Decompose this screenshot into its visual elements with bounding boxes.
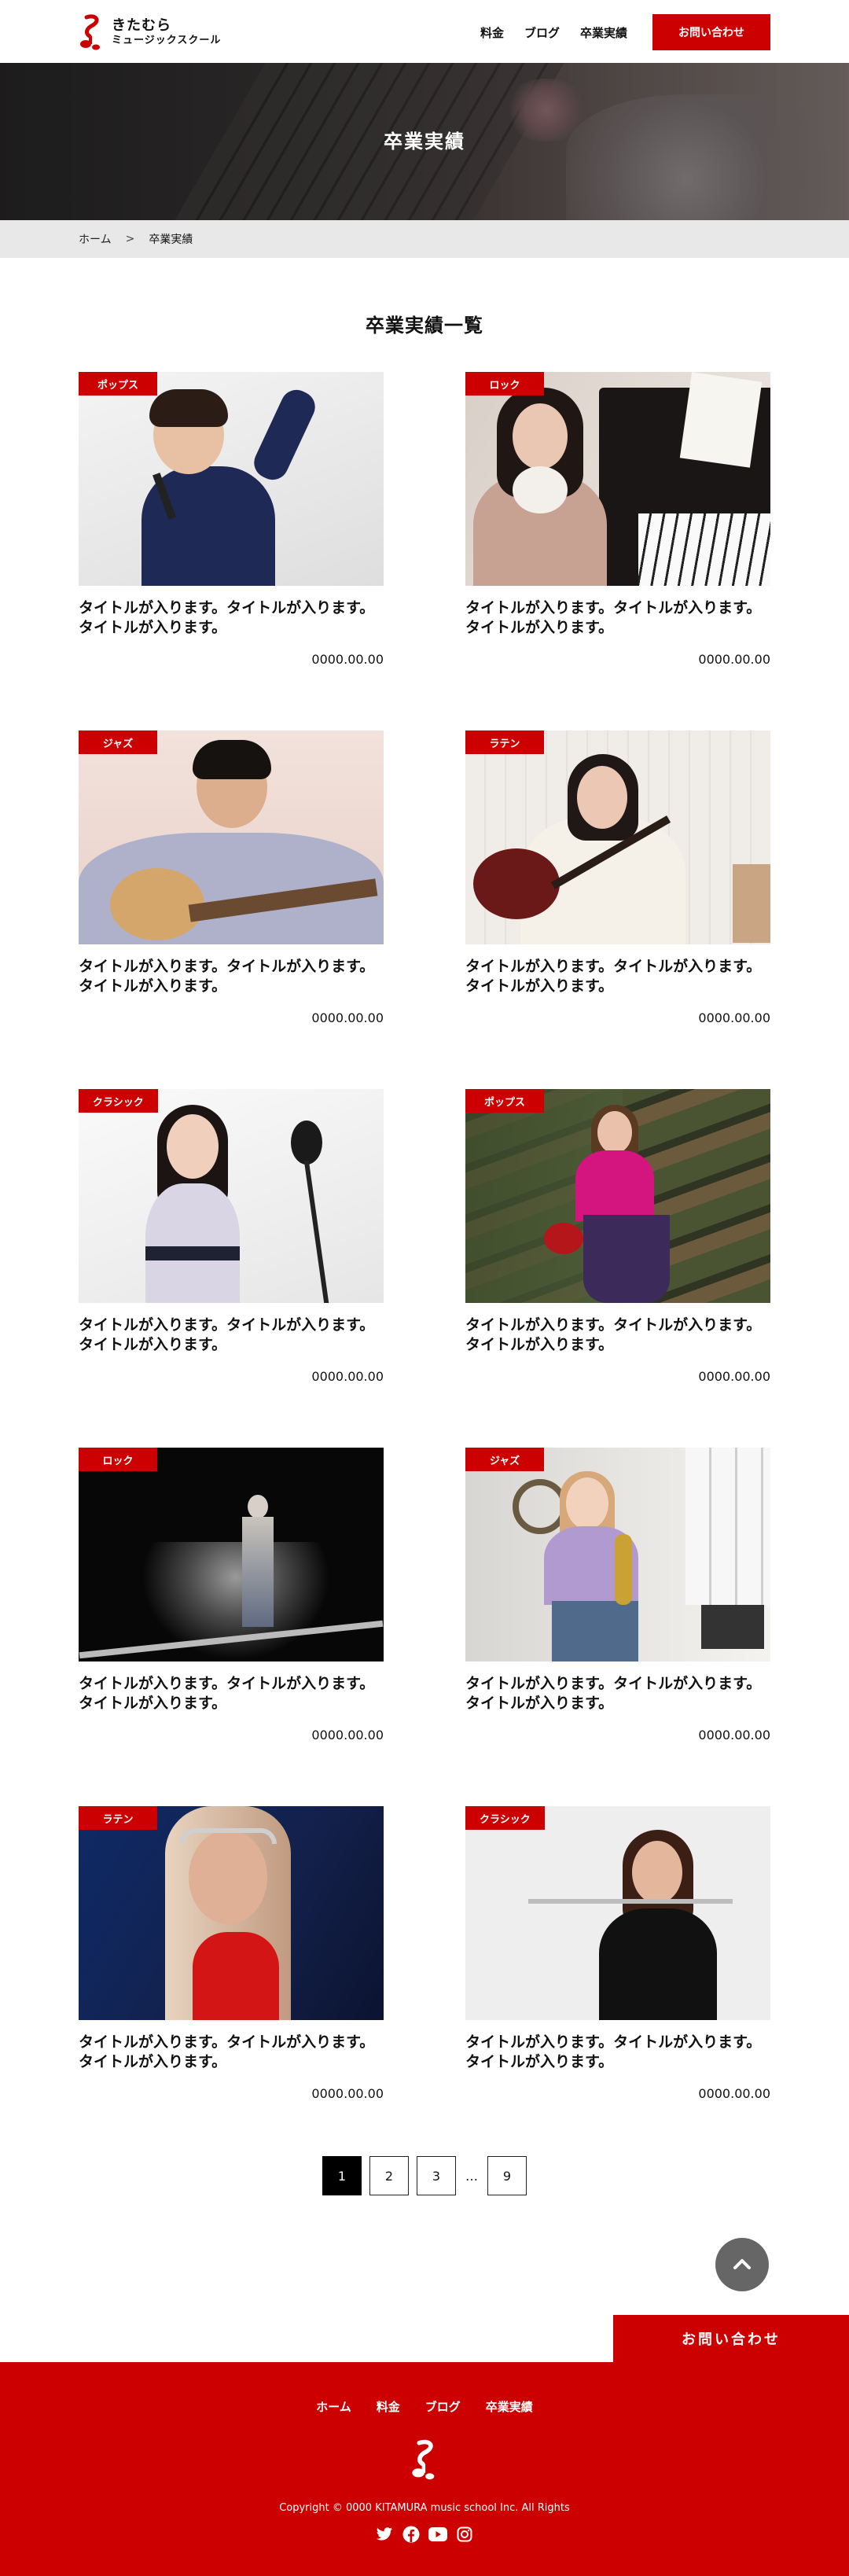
- page-button-1[interactable]: 1: [322, 2156, 362, 2195]
- card-date: 0000.00.00: [311, 1369, 384, 1384]
- floating-contact-button[interactable]: お問い合わせ: [613, 2315, 849, 2362]
- card-date: 0000.00.00: [698, 1369, 770, 1384]
- card[interactable]: ラテン タイトルが入ります。タイトルが入ります。タイトルが入ります。 0000.…: [465, 730, 770, 1029]
- card[interactable]: ポップス タイトルが入ります。タイトルが入ります。タイトルが入ります。 0000…: [465, 1089, 770, 1388]
- chevron-up-icon: [733, 2259, 751, 2269]
- breadcrumb: ホーム > 卒業実績: [0, 220, 849, 258]
- breadcrumb-current: 卒業実績: [149, 234, 193, 246]
- footer-nav-price[interactable]: 料金: [377, 2398, 400, 2415]
- category-tag: クラシック: [79, 1089, 158, 1113]
- instagram-icon[interactable]: [454, 2524, 475, 2545]
- header-contact-button[interactable]: お問い合わせ: [652, 14, 770, 50]
- card-image: [465, 1448, 770, 1662]
- main-nav: 料金 ブログ 卒業実績 お問い合わせ: [480, 14, 770, 50]
- footer-logo-icon[interactable]: [407, 2438, 442, 2482]
- category-tag: ジャズ: [465, 1448, 544, 1471]
- footer-nav-blog[interactable]: ブログ: [425, 2398, 461, 2415]
- page-title: 卒業実績: [384, 131, 465, 153]
- copyright-text: Copyright © 0000 KITAMURA music school I…: [279, 2502, 570, 2514]
- card-date: 0000.00.00: [311, 2086, 384, 2101]
- card[interactable]: ロック タイトルが入ります。タイトルが入ります。タイトルが入ります。 0000.…: [79, 1448, 384, 1746]
- twitter-icon[interactable]: [374, 2524, 395, 2545]
- card[interactable]: ロック タイトルが入ります。タイトルが入ります。タイトルが入ります。 0000.…: [465, 372, 770, 671]
- card-image: [79, 730, 384, 944]
- category-tag: ジャズ: [79, 730, 157, 754]
- breadcrumb-home[interactable]: ホーム: [79, 231, 112, 247]
- card-image: [79, 1448, 384, 1662]
- pagination: 1 2 3 … 9: [0, 2156, 849, 2195]
- back-to-top-button[interactable]: [715, 2238, 769, 2291]
- card[interactable]: ラテン タイトルが入ります。タイトルが入ります。タイトルが入ります。 0000.…: [79, 1806, 384, 2105]
- card-date: 0000.00.00: [698, 652, 770, 667]
- page-button-2[interactable]: 2: [369, 2156, 409, 2195]
- footer-nav-graduates[interactable]: 卒業実績: [486, 2398, 533, 2415]
- site-logo[interactable]: きたむら ミュージックスクール: [79, 13, 236, 52]
- card-date: 0000.00.00: [311, 1010, 384, 1025]
- card[interactable]: ポップス タイトルが入ります。タイトルが入ります。タイトルが入ります。 0000…: [79, 372, 384, 671]
- category-tag: クラシック: [465, 1806, 545, 1830]
- category-tag: ポップス: [79, 372, 157, 396]
- card-image: [465, 1089, 770, 1303]
- card-title: タイトルが入ります。タイトルが入ります。タイトルが入ります。: [79, 1675, 375, 1712]
- card[interactable]: ジャズ タイトルが入ります。タイトルが入ります。タイトルが入ります。 0000.…: [465, 1448, 770, 1746]
- youtube-icon[interactable]: [428, 2524, 448, 2545]
- card-title: タイトルが入ります。タイトルが入ります。タイトルが入ります。: [465, 1316, 762, 1353]
- nav-price[interactable]: 料金: [480, 24, 504, 41]
- category-tag: ロック: [79, 1448, 157, 1471]
- card[interactable]: クラシック タイトルが入ります。タイトルが入ります。タイトルが入ります。 000…: [79, 1089, 384, 1388]
- page-button-3[interactable]: 3: [417, 2156, 456, 2195]
- section-title: 卒業実績一覧: [366, 315, 483, 337]
- breadcrumb-separator: >: [125, 233, 135, 245]
- page-hero: 卒業実績: [0, 63, 849, 220]
- card-title: タイトルが入ります。タイトルが入ります。タイトルが入ります。: [79, 599, 375, 636]
- card-title: タイトルが入ります。タイトルが入ります。タイトルが入ります。: [79, 958, 375, 995]
- footer-nav: ホーム 料金 ブログ 卒業実績: [0, 2398, 849, 2415]
- site-footer: ホーム 料金 ブログ 卒業実績 Copyright © 0000 KITAMUR…: [0, 2362, 849, 2576]
- card-image: [79, 372, 384, 586]
- nav-blog[interactable]: ブログ: [524, 24, 560, 41]
- footer-nav-home[interactable]: ホーム: [316, 2398, 351, 2415]
- logo-subtitle: ミュージックスクール: [112, 35, 222, 46]
- card-title: タイトルが入ります。タイトルが入ります。タイトルが入ります。: [465, 2033, 762, 2070]
- category-tag: ラテン: [465, 730, 544, 754]
- card-title: タイトルが入ります。タイトルが入ります。タイトルが入ります。: [465, 599, 762, 636]
- card-image: [465, 730, 770, 944]
- nav-graduates[interactable]: 卒業実績: [580, 24, 627, 41]
- card-date: 0000.00.00: [311, 1728, 384, 1742]
- facebook-icon[interactable]: [401, 2524, 421, 2545]
- category-tag: ポップス: [465, 1089, 544, 1113]
- page-button-last[interactable]: 9: [487, 2156, 527, 2195]
- card-image: [465, 372, 770, 586]
- pagination-ellipsis: …: [465, 2168, 478, 2184]
- card-title: タイトルが入ります。タイトルが入ります。タイトルが入ります。: [465, 1675, 762, 1712]
- card-date: 0000.00.00: [698, 1728, 770, 1742]
- category-tag: ロック: [465, 372, 544, 396]
- card-date: 0000.00.00: [698, 2086, 770, 2101]
- card-title: タイトルが入ります。タイトルが入ります。タイトルが入ります。: [79, 1316, 375, 1353]
- card[interactable]: ジャズ タイトルが入ります。タイトルが入ります。タイトルが入ります。 0000.…: [79, 730, 384, 1029]
- card-date: 0000.00.00: [311, 652, 384, 667]
- logo-mark-icon: [80, 14, 100, 50]
- card-date: 0000.00.00: [698, 1010, 770, 1025]
- card-title: タイトルが入ります。タイトルが入ります。タイトルが入ります。: [79, 2033, 375, 2070]
- card-title: タイトルが入ります。タイトルが入ります。タイトルが入ります。: [465, 958, 762, 995]
- social-links: [0, 2524, 849, 2545]
- card-image: [79, 1806, 384, 2020]
- site-header: きたむら ミュージックスクール 料金 ブログ 卒業実績 お問い合わせ: [0, 0, 849, 63]
- card[interactable]: クラシック タイトルが入ります。タイトルが入ります。タイトルが入ります。 000…: [465, 1806, 770, 2105]
- logo-title: きたむら: [112, 17, 171, 35]
- card-image: [465, 1806, 770, 2020]
- card-image: [79, 1089, 384, 1303]
- category-tag: ラテン: [79, 1806, 157, 1830]
